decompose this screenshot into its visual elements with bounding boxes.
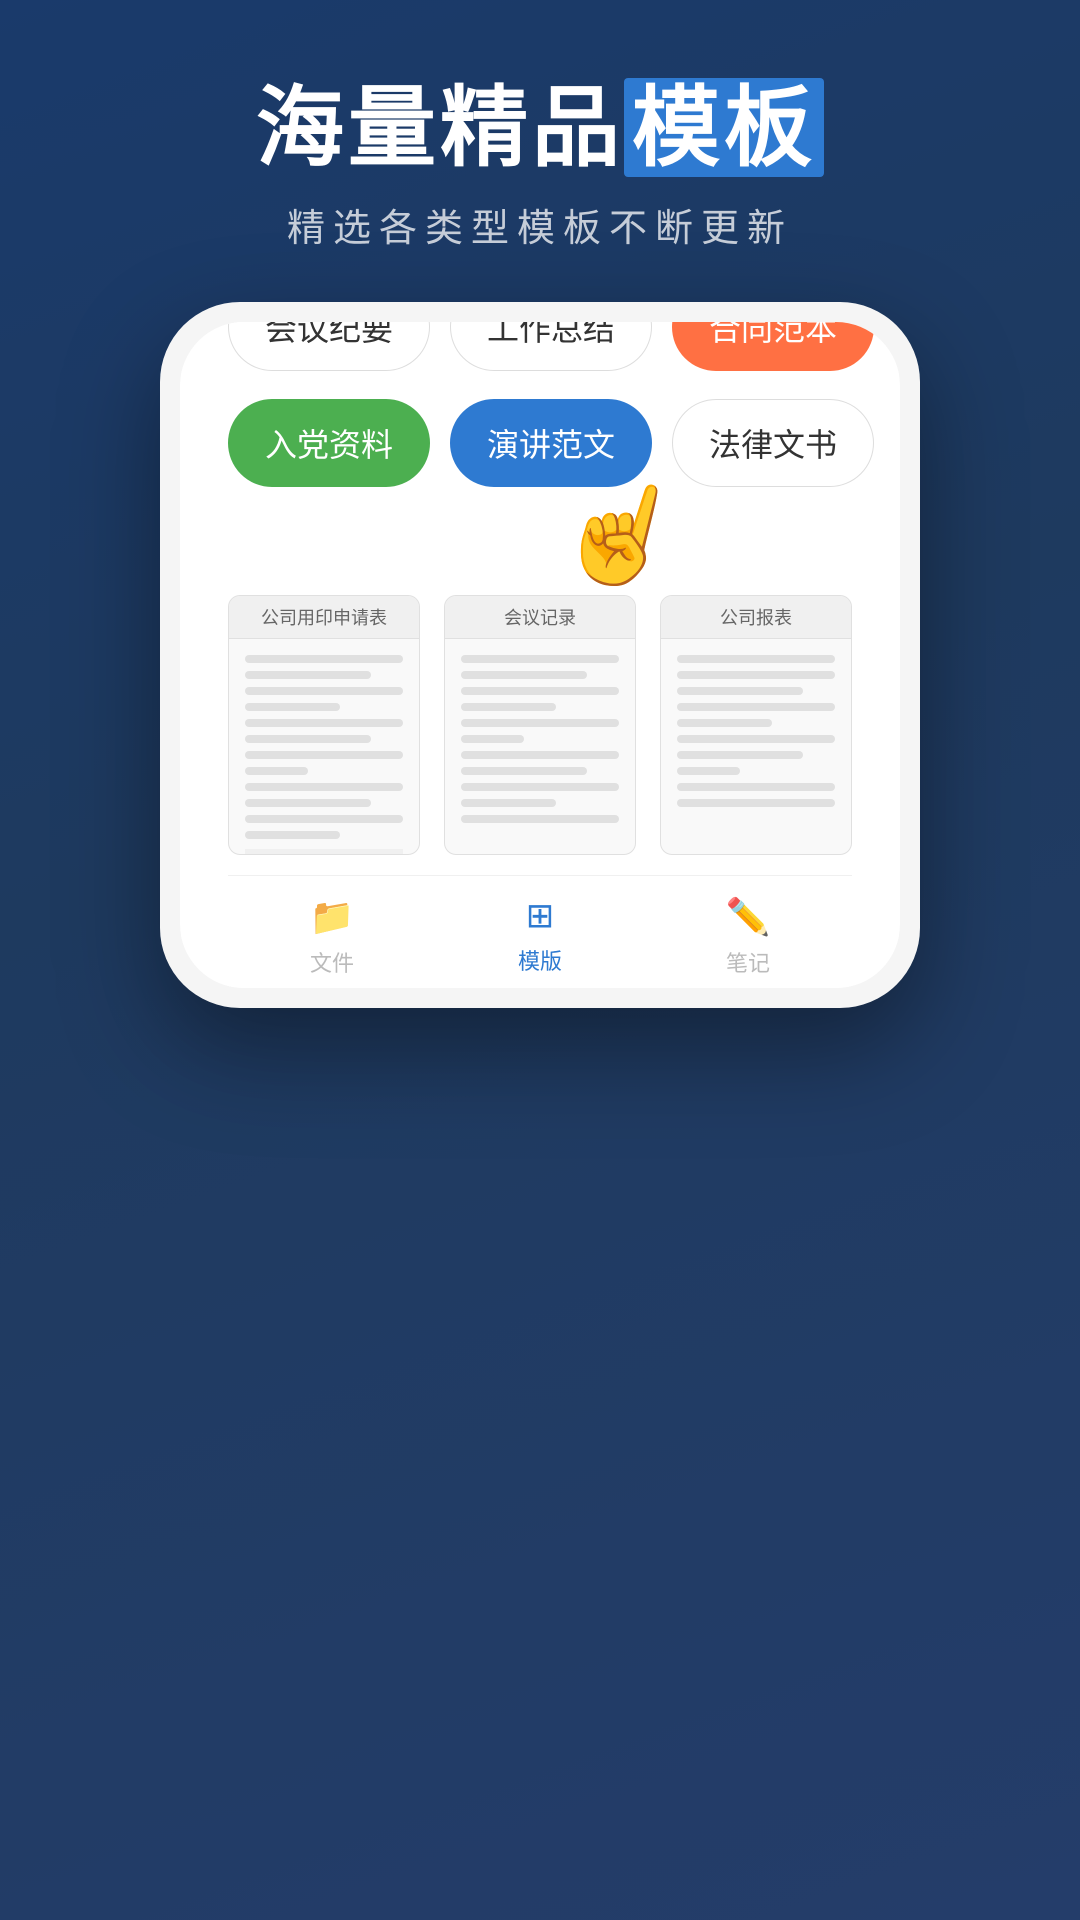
doc-line: [461, 719, 619, 727]
doc-3-content: [661, 639, 851, 831]
doc-thumbnails: 公司用印申请表: [228, 595, 852, 875]
doc-line: [677, 735, 835, 743]
doc-line: [245, 735, 371, 743]
doc-1-subtitle: 公司用印申请表: [245, 849, 403, 855]
doc-thumb-2[interactable]: 会议记录: [444, 595, 636, 855]
doc-line: [677, 687, 803, 695]
tag-meeting-minutes[interactable]: 会议纪要: [228, 322, 430, 371]
tags-row-2: 入党资料 演讲范文 法律文书: [228, 399, 852, 487]
doc-line: [245, 703, 340, 711]
doc-1-title: 公司用印申请表: [229, 596, 419, 639]
doc-line: [461, 783, 619, 791]
doc-line: [461, 671, 587, 679]
doc-line: [461, 815, 619, 823]
doc-line: [245, 783, 403, 791]
doc-line: [677, 719, 772, 727]
doc-2-content: [445, 639, 635, 847]
tag-party-materials[interactable]: 入党资料: [228, 399, 430, 487]
finger-area: ☝️: [228, 515, 852, 595]
phone-frame: 9:41 ▾ ▭ 模版: [160, 302, 920, 1008]
nav-item-notes[interactable]: ✏️ 笔记: [644, 896, 852, 978]
doc-line: [245, 719, 403, 727]
doc-line: [677, 751, 803, 759]
doc-line: [461, 655, 619, 663]
doc-line: [677, 655, 835, 663]
doc-line: [461, 703, 556, 711]
doc-line: [461, 767, 587, 775]
nav-item-files[interactable]: 📁 文件: [228, 896, 436, 978]
doc-1-content: 公司用印申请表: [229, 639, 419, 855]
files-icon: 📁: [310, 896, 355, 938]
tag-work-summary[interactable]: 工作总结: [450, 322, 652, 371]
templates-icon: ⊞: [526, 896, 555, 936]
doc-thumb-3[interactable]: 公司报表: [660, 595, 852, 855]
doc-line: [461, 751, 619, 759]
tag-contract-template[interactable]: 合同范本: [672, 322, 874, 371]
doc-line: [461, 799, 556, 807]
doc-line: [245, 687, 403, 695]
doc-line: [245, 671, 371, 679]
doc-line: [245, 831, 340, 839]
nav-item-templates[interactable]: ⊞ 模版: [436, 896, 644, 978]
doc-line: [677, 799, 835, 807]
nav-label-templates: 模版: [518, 944, 562, 976]
hero-title: 海量精品模板: [0, 80, 1080, 177]
popup-overlay: 会议纪要 工作总结 合同范本 入党资料 演讲范文 法律文书 ☝️: [180, 322, 900, 988]
doc-line: [677, 767, 740, 775]
doc-line: [677, 703, 835, 711]
doc-line: [245, 767, 308, 775]
phone-mockup: 9:41 ▾ ▭ 模版: [160, 302, 920, 1008]
nav-label-files: 文件: [310, 946, 354, 978]
doc-line: [677, 671, 835, 679]
hero-subtitle: 精选各类型模板不断更新: [0, 197, 1080, 252]
hero-title-part1: 海量精品: [256, 78, 624, 177]
doc-3-title: 公司报表: [661, 596, 851, 639]
doc-line: [245, 799, 371, 807]
doc-2-title: 会议记录: [445, 596, 635, 639]
nav-label-notes: 笔记: [726, 946, 770, 978]
app-content: 🔍 请输入您要搜索的内容 取消 海量模版 HAI LIANG MO BAN 随时…: [180, 490, 900, 988]
doc-line: [461, 687, 619, 695]
hero-section: 海量精品模板 精选各类型模板不断更新: [0, 0, 1080, 302]
tags-row-1: 会议纪要 工作总结 合同范本: [228, 322, 852, 371]
phone-inner: 9:41 ▾ ▭ 模版: [180, 322, 900, 988]
hero-title-part2: 模板: [624, 78, 824, 177]
doc-line: [245, 655, 403, 663]
tag-legal-document[interactable]: 法律文书: [672, 399, 874, 487]
notes-icon: ✏️: [726, 896, 771, 938]
doc-line: [245, 815, 403, 823]
doc-line: [245, 751, 403, 759]
doc-thumb-1[interactable]: 公司用印申请表: [228, 595, 420, 855]
doc-line: [461, 735, 524, 743]
doc-line: [677, 783, 835, 791]
bottom-nav: 📁 文件 ⊞ 模版 ✏️ 笔记: [228, 875, 852, 988]
